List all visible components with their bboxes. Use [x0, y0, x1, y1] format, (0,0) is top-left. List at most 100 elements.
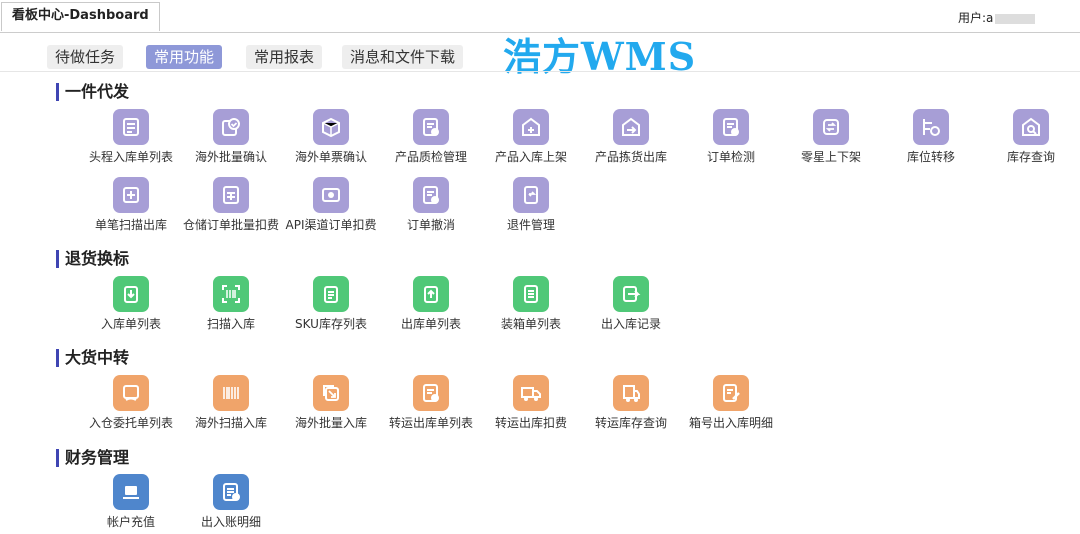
func-label: 库位转移 [906, 150, 955, 164]
tab-common-reports[interactable]: 常用报表 [246, 45, 323, 69]
func-item-packing-list[interactable]: 装箱单列表 [481, 276, 581, 332]
func-item-api-channel-charge[interactable]: API渠道订单扣费 [281, 177, 381, 233]
func-item-order-check[interactable]: 订单检测 [681, 109, 781, 165]
func-item-account-recharge[interactable]: 帐户充值 [81, 474, 181, 530]
func-item-scan-inbound[interactable]: 扫描入库 [181, 276, 281, 332]
func-item-box-inout-detail[interactable]: 箱号出入库明细 [681, 375, 781, 431]
dashboard-tab[interactable]: 看板中心-Dashboard [1, 2, 160, 31]
func-label: 海外扫描入库 [194, 416, 267, 430]
section-title-finance: 财务管理 [56, 449, 129, 467]
func-label: API渠道订单扣费 [285, 218, 377, 232]
section-title-bulk-transfer: 大货中转 [56, 349, 129, 367]
func-label: 零星上下架 [800, 150, 861, 164]
func-label: 产品入库上架 [494, 150, 567, 164]
func-label: 订单检测 [706, 150, 755, 164]
func-label: 帐户充值 [106, 515, 155, 529]
func-label: 转运出库单列表 [388, 416, 473, 430]
section-title-returns: 退货换标 [56, 250, 129, 268]
document-lines-icon [513, 276, 549, 312]
cancel-doc-icon [413, 177, 449, 213]
clipboard-upload-icon [413, 276, 449, 312]
func-item-transfer-outbound-list[interactable]: 转运出库单列表 [381, 375, 481, 431]
box-check-icon [313, 109, 349, 145]
api-card-icon [313, 177, 349, 213]
brand-logo-text: 浩方WMS [503, 34, 697, 79]
func-label: 出入库记录 [600, 317, 661, 331]
user-name-mask [995, 13, 1036, 24]
func-item-location-transfer[interactable]: 库位转移 [881, 109, 981, 165]
check-stack-icon [213, 109, 249, 145]
func-label: 入库单列表 [100, 317, 161, 331]
func-label: 海外批量入库 [294, 416, 367, 430]
ledger-icon [213, 474, 249, 510]
tab-messages-downloads[interactable]: 消息和文件下载 [342, 45, 464, 69]
func-item-sporadic-shelving[interactable]: 零星上下架 [781, 109, 881, 165]
truck-fee-icon [513, 375, 549, 411]
func-label: 订单撤消 [406, 218, 455, 232]
func-label: 装箱单列表 [500, 317, 561, 331]
func-label: 转运库存查询 [594, 416, 667, 430]
document-list-icon [113, 109, 149, 145]
batch-inbound-icon [313, 375, 349, 411]
func-label: 产品质检管理 [394, 150, 467, 164]
func-item-overseas-batch-inbound[interactable]: 海外批量入库 [281, 375, 381, 431]
func-item-inbound-list[interactable]: 头程入库单列表 [81, 109, 181, 165]
func-label: 退件管理 [506, 218, 555, 232]
func-item-overseas-single-confirm[interactable]: 海外单票确认 [281, 109, 381, 165]
func-label: 海外批量确认 [194, 150, 267, 164]
cycle-arrows-icon [813, 109, 849, 145]
func-item-picking-outbound[interactable]: 产品拣货出库 [581, 109, 681, 165]
warehouse-search-icon [1013, 109, 1049, 145]
return-doc-icon [513, 177, 549, 213]
func-item-outbound-order-list[interactable]: 出库单列表 [381, 276, 481, 332]
user-info: 用户:a [958, 9, 1036, 26]
func-item-transfer-outbound-charge[interactable]: 转运出库扣费 [481, 375, 581, 431]
func-item-inbound-order-list[interactable]: 入库单列表 [81, 276, 181, 332]
barcode-icon [213, 375, 249, 411]
func-label: 入仓委托单列表 [88, 416, 173, 430]
func-item-inout-account-detail[interactable]: 出入账明细 [181, 474, 281, 530]
func-label: 头程入库单列表 [88, 150, 173, 164]
func-item-warehouse-entrust-list[interactable]: 入仓委托单列表 [81, 375, 181, 431]
func-label: 单笔扫描出库 [94, 218, 167, 232]
truck-stock-icon [613, 375, 649, 411]
entrust-doc-icon [113, 375, 149, 411]
func-item-putaway[interactable]: 产品入库上架 [481, 109, 581, 165]
func-item-sku-inventory-list[interactable]: SKU库存列表 [281, 276, 381, 332]
inspection-doc-icon [413, 109, 449, 145]
warehouse-in-icon [513, 109, 549, 145]
batch-fee-icon [213, 177, 249, 213]
func-item-inout-records[interactable]: 出入库记录 [581, 276, 681, 332]
nav-divider [0, 71, 1080, 72]
func-label: 库存查询 [1006, 150, 1055, 164]
func-item-single-scan-out[interactable]: 单笔扫描出库 [81, 177, 181, 233]
func-label: 扫描入库 [206, 317, 255, 331]
func-item-storage-batch-charge[interactable]: 仓储订单批量扣费 [181, 177, 281, 233]
func-item-inventory-query[interactable]: 库存查询 [981, 109, 1080, 165]
func-item-overseas-batch-confirm[interactable]: 海外批量确认 [181, 109, 281, 165]
transfer-doc-icon [413, 375, 449, 411]
func-label: SKU库存列表 [295, 317, 367, 331]
func-label: 转运出库扣费 [494, 416, 567, 430]
func-label: 产品拣货出库 [594, 150, 667, 164]
section-title-one-piece: 一件代发 [56, 83, 129, 101]
laptop-icon [113, 474, 149, 510]
func-item-transfer-inventory-query[interactable]: 转运库存查询 [581, 375, 681, 431]
func-label: 仓储订单批量扣费 [182, 218, 279, 232]
user-label: 用户:a [958, 11, 994, 25]
func-label: 海外单票确认 [294, 150, 367, 164]
shelf-gear-icon [913, 109, 949, 145]
func-item-order-cancel[interactable]: 订单撤消 [381, 177, 481, 233]
edit-doc-icon [713, 375, 749, 411]
func-label: 出库单列表 [400, 317, 461, 331]
doc-arrow-icon [613, 276, 649, 312]
clipboard-list-icon [313, 276, 349, 312]
func-item-returns-management[interactable]: 退件管理 [481, 177, 581, 233]
order-check-icon [713, 109, 749, 145]
func-item-overseas-scan-inbound[interactable]: 海外扫描入库 [181, 375, 281, 431]
func-item-quality-inspection[interactable]: 产品质检管理 [381, 109, 481, 165]
barcode-scan-icon [213, 276, 249, 312]
clipboard-download-icon [113, 276, 149, 312]
tab-pending-tasks[interactable]: 待做任务 [47, 45, 124, 69]
tab-common-functions[interactable]: 常用功能 [146, 45, 223, 69]
